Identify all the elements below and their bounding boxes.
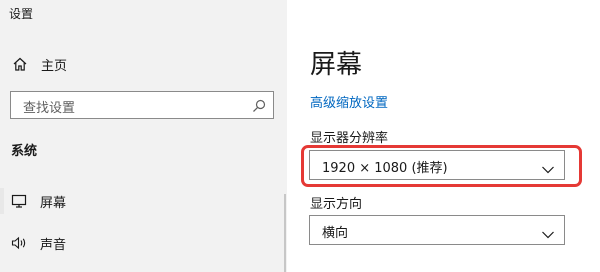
speaker-icon (11, 235, 27, 251)
sidebar: 设置 主页 查找设置 系统 屏幕 声音 (0, 0, 287, 272)
main-content: 屏幕 高级缩放设置 显示器分辨率 1920 × 1080 (推荐) 显示方向 横… (287, 0, 600, 272)
section-heading-system: 系统 (11, 144, 38, 159)
sidebar-item-display[interactable]: 屏幕 (0, 187, 287, 215)
sidebar-scrollbar[interactable] (284, 194, 286, 272)
sidebar-item-sound-label: 声音 (40, 238, 67, 253)
sidebar-item-sound[interactable]: 声音 (0, 229, 287, 257)
chevron-down-icon (541, 160, 555, 174)
home-icon (12, 56, 28, 72)
advanced-scaling-link[interactable]: 高级缩放设置 (310, 92, 388, 111)
sidebar-item-home-label: 主页 (41, 59, 68, 74)
resolution-dropdown[interactable]: 1920 × 1080 (推荐) (309, 150, 565, 180)
sidebar-item-display-label: 屏幕 (40, 196, 67, 211)
window-title: 设置 (9, 7, 34, 21)
monitor-icon (11, 193, 27, 209)
search-input[interactable]: 查找设置 (10, 91, 274, 119)
selected-indicator (0, 188, 4, 214)
search-placeholder: 查找设置 (23, 101, 76, 116)
sidebar-item-home[interactable]: 主页 (0, 51, 287, 77)
orientation-value: 横向 (322, 226, 349, 241)
resolution-label: 显示器分辨率 (310, 131, 389, 146)
search-icon[interactable] (252, 98, 266, 112)
resolution-value: 1920 × 1080 (推荐) (322, 161, 448, 176)
orientation-label: 显示方向 (310, 197, 363, 212)
page-title: 屏幕 (310, 50, 363, 80)
orientation-dropdown[interactable]: 横向 (309, 215, 565, 245)
chevron-down-icon (541, 225, 555, 239)
